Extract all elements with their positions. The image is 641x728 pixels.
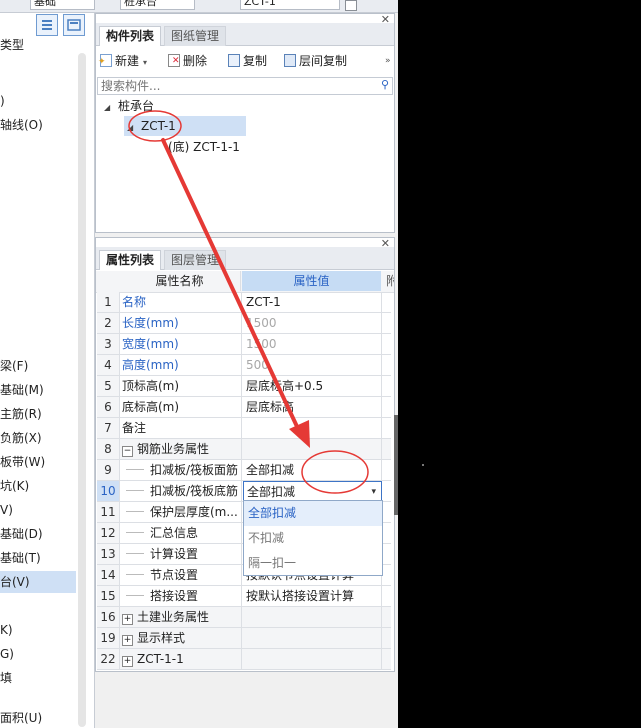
annotation-arrowhead [289,420,310,448]
annotation-circle-value [301,450,369,494]
annotation-circle-zct1 [128,110,182,142]
annotation-arrow [161,138,302,435]
annotation-overlay [128,110,369,494]
